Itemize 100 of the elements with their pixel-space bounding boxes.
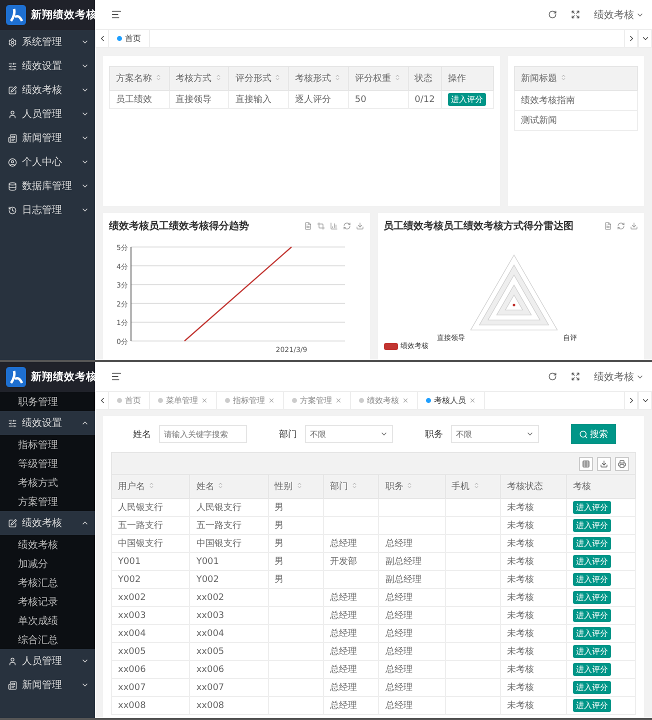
refresh-icon[interactable]: [548, 10, 557, 19]
close-icon[interactable]: [268, 397, 275, 404]
data-view-icon[interactable]: [604, 222, 612, 230]
user-menu[interactable]: 绩效考核: [594, 8, 644, 22]
column-header[interactable]: 新闻标题: [514, 66, 638, 90]
sort-icon[interactable]: [472, 482, 480, 489]
search-button[interactable]: 搜索: [571, 424, 616, 444]
sidebar-item[interactable]: 绩效考核: [0, 78, 95, 102]
start-scoring-button[interactable]: 进入评分: [573, 501, 612, 514]
start-scoring-button[interactable]: 进入评分: [573, 591, 612, 604]
close-icon[interactable]: [335, 397, 342, 404]
sidebar-subitem[interactable]: 等级管理: [0, 454, 95, 473]
sidebar-item[interactable]: 数据库管理: [0, 174, 95, 198]
restore-icon[interactable]: [342, 222, 350, 230]
start-scoring-button[interactable]: 进入评分: [448, 93, 486, 106]
news-link[interactable]: 测试新闻: [514, 110, 638, 130]
sidebar-subitem[interactable]: 方案管理: [0, 492, 95, 511]
column-header[interactable]: 手机: [445, 474, 500, 498]
sort-icon[interactable]: [214, 74, 222, 81]
sort-icon[interactable]: [406, 482, 414, 489]
sidebar-subitem[interactable]: 绩效考核: [0, 535, 95, 554]
refresh-icon[interactable]: [548, 372, 557, 381]
menu-icon[interactable]: [111, 9, 122, 20]
sidebar-item[interactable]: 系统管理: [0, 30, 95, 54]
start-scoring-button[interactable]: 进入评分: [573, 555, 612, 568]
column-header[interactable]: 职务: [378, 474, 446, 498]
column-header[interactable]: 姓名: [190, 474, 268, 498]
download-icon[interactable]: [356, 222, 364, 230]
start-scoring-button[interactable]: 进入评分: [573, 537, 612, 550]
sidebar-subitem[interactable]: 单次成绩: [0, 611, 95, 630]
filter-select[interactable]: 不限: [451, 425, 539, 443]
sidebar-item[interactable]: 绩效设置: [0, 54, 95, 78]
sidebar-item[interactable]: 新闻管理: [0, 673, 95, 697]
start-scoring-button[interactable]: 进入评分: [573, 519, 612, 532]
bar-chart-icon[interactable]: [330, 222, 338, 230]
sort-icon[interactable]: [351, 482, 358, 489]
columns-button[interactable]: [579, 456, 593, 470]
page-tab[interactable]: 指标管理: [217, 392, 284, 409]
scroll-right-button[interactable]: [624, 392, 638, 409]
tab-menu-button[interactable]: [638, 30, 652, 47]
sort-icon[interactable]: [334, 74, 342, 81]
user-menu[interactable]: 绩效考核: [594, 370, 644, 384]
page-tab[interactable]: 绩效考核: [351, 392, 418, 409]
start-scoring-button[interactable]: 进入评分: [573, 573, 612, 586]
close-icon[interactable]: [201, 397, 208, 404]
sort-icon[interactable]: [394, 74, 401, 81]
restore-icon[interactable]: [617, 222, 625, 230]
data-view-icon[interactable]: [304, 222, 312, 230]
scroll-left-button[interactable]: [95, 30, 109, 47]
column-header[interactable]: 考核形式: [288, 66, 348, 90]
page-tab[interactable]: 方案管理: [284, 392, 351, 409]
page-tab[interactable]: 首页: [109, 392, 150, 409]
fullscreen-icon[interactable]: [571, 372, 580, 381]
scroll-left-button[interactable]: [95, 392, 109, 409]
start-scoring-button[interactable]: 进入评分: [573, 681, 612, 694]
name-search-field[interactable]: 请输入关键字搜索: [159, 425, 247, 443]
sort-icon[interactable]: [148, 482, 155, 489]
sidebar-item[interactable]: 新闻管理: [0, 126, 95, 150]
download-icon[interactable]: [630, 222, 638, 230]
sidebar-subitem[interactable]: 考核汇总: [0, 573, 95, 592]
sort-icon[interactable]: [155, 74, 162, 81]
sidebar-subitem[interactable]: 职务管理: [0, 392, 95, 411]
close-icon[interactable]: [402, 397, 409, 404]
sort-icon[interactable]: [296, 482, 303, 489]
start-scoring-button[interactable]: 进入评分: [573, 609, 612, 622]
page-tab[interactable]: 考核人员: [418, 392, 485, 409]
start-scoring-button[interactable]: 进入评分: [573, 645, 612, 658]
filter-select[interactable]: 不限: [305, 425, 393, 443]
column-header[interactable]: 性别: [268, 474, 324, 498]
menu-icon[interactable]: [111, 371, 122, 382]
sort-icon[interactable]: [560, 74, 567, 81]
sidebar-subitem[interactable]: 加减分: [0, 554, 95, 573]
sort-icon[interactable]: [217, 482, 224, 489]
sidebar-item[interactable]: 日志管理: [0, 198, 95, 222]
sidebar-item[interactable]: 个人中心: [0, 150, 95, 174]
tab-menu-button[interactable]: [638, 392, 652, 409]
news-link[interactable]: 绩效考核指南: [514, 90, 638, 110]
scroll-right-button[interactable]: [624, 30, 638, 47]
column-header[interactable]: 评分权重: [348, 66, 408, 90]
close-icon[interactable]: [469, 397, 476, 404]
sidebar-subitem[interactable]: 考核方式: [0, 473, 95, 492]
column-header[interactable]: 部门: [324, 474, 379, 498]
start-scoring-button[interactable]: 进入评分: [573, 699, 612, 712]
column-header[interactable]: 考核方式: [169, 66, 229, 90]
export-button[interactable]: [597, 456, 611, 470]
page-tab[interactable]: 首页: [109, 30, 150, 47]
sidebar-subitem[interactable]: 考核记录: [0, 592, 95, 611]
page-tab[interactable]: 菜单管理: [150, 392, 217, 409]
fullscreen-icon[interactable]: [571, 10, 580, 19]
column-header[interactable]: 用户名: [112, 474, 190, 498]
print-button[interactable]: [615, 456, 629, 470]
start-scoring-button[interactable]: 进入评分: [573, 663, 612, 676]
sidebar-item[interactable]: 绩效设置: [0, 411, 95, 435]
sidebar-item[interactable]: 绩效考核: [0, 511, 95, 535]
column-header[interactable]: 方案名称: [110, 66, 170, 90]
sort-icon[interactable]: [274, 74, 282, 81]
sidebar-item[interactable]: 人员管理: [0, 649, 95, 673]
sidebar-subitem[interactable]: 指标管理: [0, 435, 95, 454]
column-header[interactable]: 评分形式: [228, 66, 289, 90]
start-scoring-button[interactable]: 进入评分: [573, 627, 612, 640]
